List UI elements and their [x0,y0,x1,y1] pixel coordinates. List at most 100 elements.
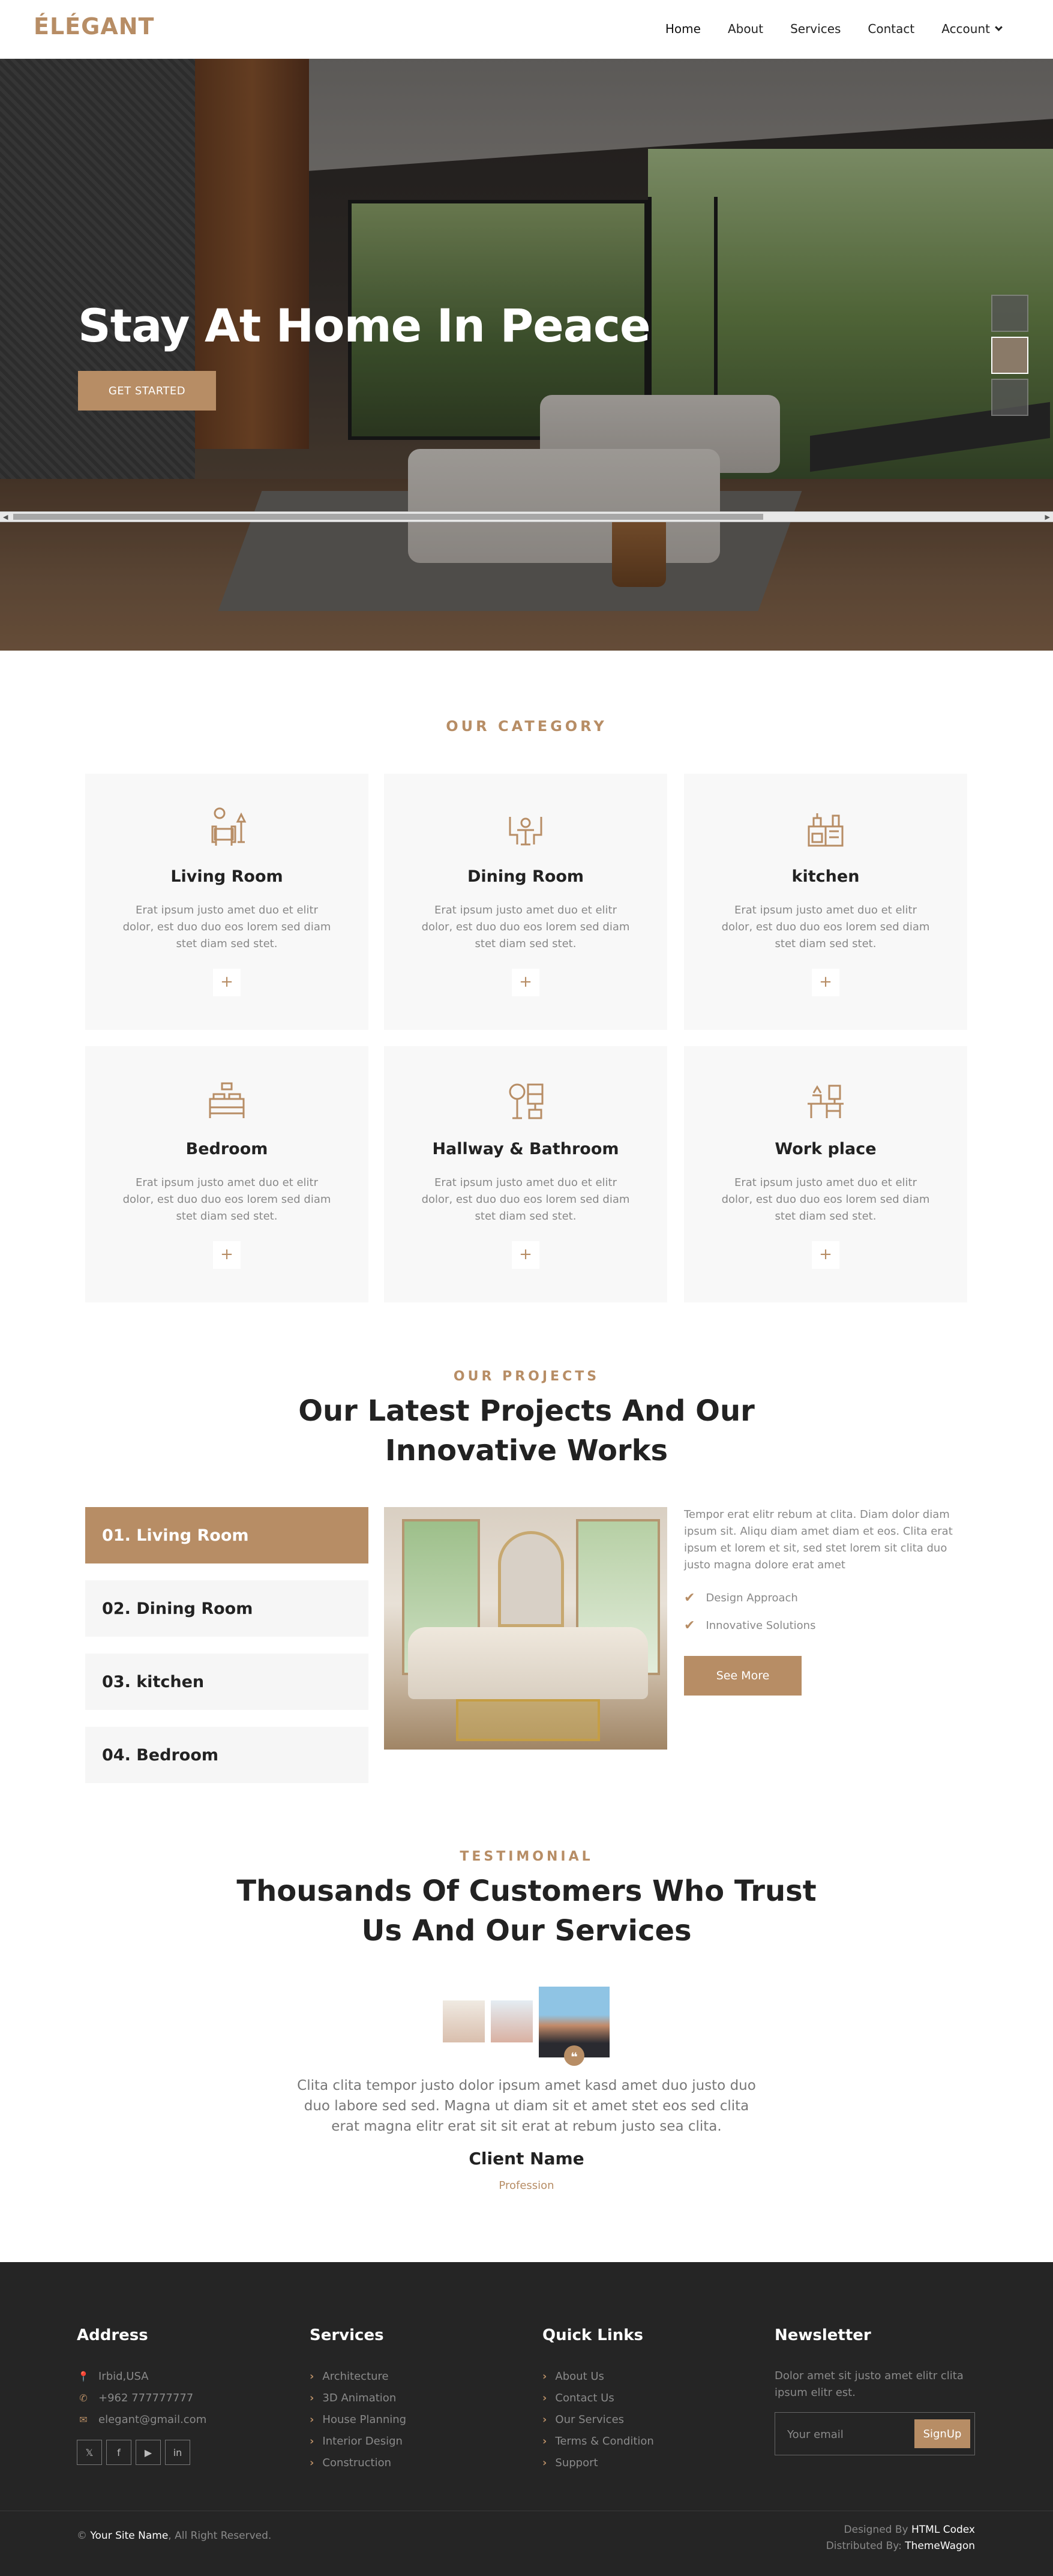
footer-service-link[interactable]: › Architecture [310,2370,389,2383]
carousel-thumb[interactable] [991,295,1028,332]
nav-account-dropdown[interactable]: Account [941,22,1003,36]
category-name: Dining Room [467,867,584,886]
carousel-thumb[interactable] [991,379,1028,416]
footer-quick-link[interactable]: › Our Services [542,2413,624,2426]
category-desc: Erat ipsum justo amet duo et elitr dolor… [421,904,630,950]
project-image-couch [408,1627,648,1699]
see-more-button[interactable]: See More [684,1656,802,1696]
category-name: kitchen [791,867,860,886]
footer-quick-link[interactable]: › Support [542,2457,598,2469]
footer-service-link[interactable]: › 3D Animation [310,2392,396,2404]
plus-icon[interactable]: + [213,969,241,996]
facebook-icon[interactable]: f [106,2440,131,2465]
plus-icon[interactable]: + [512,1241,539,1269]
testimonial-avatar[interactable] [443,2000,485,2042]
client-name: Client Name [469,2149,584,2168]
category-desc: Erat ipsum justo amet duo et elitr dolor… [122,904,331,950]
category-card[interactable]: Living Room Erat ipsum justo amet duo et… [85,774,368,1030]
nav-services[interactable]: Services [790,22,841,36]
footer-service-link[interactable]: › House Planning [310,2413,406,2426]
plus-icon[interactable]: + [812,969,839,996]
newsletter-email-input[interactable] [787,2423,907,2446]
scrollbar-thumb[interactable] [13,514,763,520]
testimonial-avatar[interactable] [491,2000,533,2042]
category-card[interactable]: Bedroom Erat ipsum justo amet duo et eli… [85,1046,368,1302]
get-started-button[interactable]: GET STARTED [78,371,216,411]
nav-contact[interactable]: Contact [868,22,914,36]
hero-carousel: Stay At Home In Peace GET STARTED ◀ ▶ [0,59,1053,651]
nav-label: Contact [868,22,915,36]
quote-icon: ❝ [564,2045,584,2066]
footer-quick-link[interactable]: › Contact Us [542,2392,614,2404]
category-desc: Erat ipsum justo amet duo et elitr dolor… [122,1176,331,1223]
category-name: Bedroom [185,1140,268,1158]
link-label: 3D Animation [322,2392,397,2404]
youtube-icon[interactable]: ▶ [136,2440,161,2465]
plus-icon[interactable]: + [512,969,539,996]
plus-icon[interactable]: + [213,1241,241,1269]
chevron-right-icon: › [542,2370,547,2383]
chevron-right-icon: › [542,2435,547,2448]
dining-room-icon [509,817,542,846]
category-card[interactable]: Hallway & Bathroom Erat ipsum justo amet… [384,1046,667,1302]
category-card[interactable]: Dining Room Erat ipsum justo amet duo et… [384,774,667,1030]
logo[interactable]: ÉLÉGANT [34,13,154,40]
nav-home[interactable]: Home [665,22,701,36]
twitter-icon[interactable]: 𝕏 [77,2440,102,2465]
check-icon: ✔ [684,1590,695,1605]
nav-about[interactable]: About [728,22,763,36]
link-label: Interior Design [322,2435,403,2448]
scroll-right-icon[interactable]: ▶ [1045,513,1050,521]
linkedin-icon[interactable]: in [165,2440,190,2465]
project-tab-living-room[interactable]: 01. Living Room [85,1507,368,1563]
designed-by: Designed By HTML Codex [844,2524,975,2536]
workplace-icon [808,1085,844,1118]
project-image-table [456,1699,600,1741]
signup-button[interactable]: SignUp [914,2419,970,2448]
carousel-thumbnails [991,295,1028,416]
footer-service-link[interactable]: › Construction [310,2457,391,2469]
distributed-by-label: Distributed By: [826,2540,902,2552]
footer-service-link[interactable]: › Interior Design [310,2435,403,2448]
mail-icon: ✉ [79,2414,88,2425]
kitchen-icon [808,813,844,847]
footer-address-title: Address [77,2326,148,2344]
testimonial-quote: Clita clita tempor justo dolor ipsum ame… [297,2078,756,2134]
address-text: Irbid,USA [98,2370,149,2383]
testimonial-title-line2: Us And Our Services [361,1914,692,1948]
footer-phone: ✆ +962 777777777 [77,2392,193,2404]
chevron-right-icon: › [310,2370,314,2383]
chevron-right-icon: › [542,2457,547,2469]
newsletter-text: Dolor amet sit justo amet elitr clita ip… [775,2370,964,2399]
footer-quick-link[interactable]: › About Us [542,2370,604,2383]
site-name-link[interactable]: Your Site Name [90,2530,168,2542]
distributor-link[interactable]: ThemeWagon [905,2540,975,2552]
project-tab-bedroom[interactable]: 04. Bedroom [85,1727,368,1783]
footer-quick-link[interactable]: › Terms & Condition [542,2435,654,2448]
project-tab-kitchen[interactable]: 03. kitchen [85,1654,368,1710]
project-tab-dining-room[interactable]: 02. Dining Room [85,1580,368,1637]
category-card[interactable]: kitchen Erat ipsum justo amet duo et eli… [684,774,967,1030]
link-label: Contact Us [555,2392,614,2404]
project-description: Tempor erat elitr rebum at clita. Diam d… [684,1508,953,1571]
nav-label: Services [790,22,841,36]
category-card[interactable]: Work place Erat ipsum justo amet duo et … [684,1046,967,1302]
footer-address: 📍 Irbid,USA [77,2370,149,2383]
chevron-right-icon: › [310,2392,314,2404]
designer-link[interactable]: HTML Codex [911,2524,975,2536]
copyright: © Your Site Name, All Right Reserved. [77,2530,271,2542]
footer-email: ✉ elegant@gmail.com [77,2413,206,2426]
chevron-down-icon [995,23,1003,31]
check-icon: ✔ [684,1618,695,1633]
scroll-left-icon[interactable]: ◀ [3,513,8,521]
testimonial-title-line1: Thousands Of Customers Who Trust [236,1874,817,1908]
horizontal-scrollbar[interactable]: ◀ ▶ [0,511,1053,522]
footer-services-title: Services [310,2326,384,2344]
project-feature: ✔ Innovative Solutions [684,1618,815,1633]
projects-title-line2: Innovative Works [385,1434,668,1467]
nav-label: About [727,22,764,36]
category-desc: Erat ipsum justo amet duo et elitr dolor… [721,1176,930,1223]
carousel-thumb[interactable] [991,337,1028,374]
link-label: Our Services [555,2413,625,2426]
plus-icon[interactable]: + [812,1241,839,1269]
